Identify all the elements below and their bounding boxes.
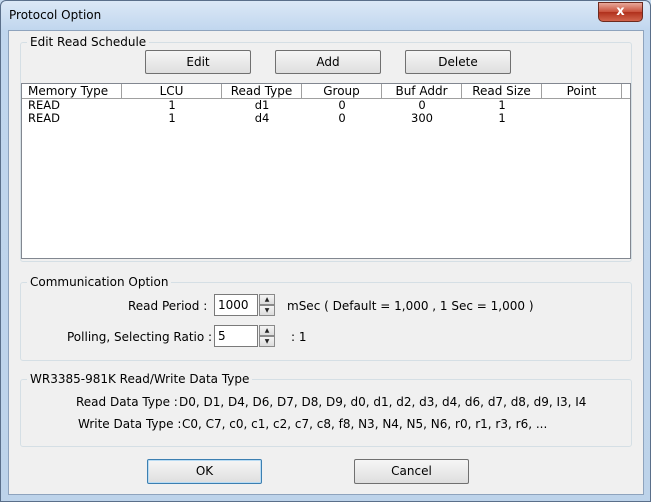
read-period-label: Read Period : [128,299,208,313]
communication-option-legend: Communication Option [27,275,172,289]
cell-buf-addr: 300 [411,112,433,125]
read-period-up-button[interactable]: ▲ [259,294,275,305]
cell-point [542,99,622,112]
read-period-input[interactable]: 1000 [214,294,258,316]
down-arrow-icon: ▼ [264,307,270,314]
cell-point [542,112,622,125]
edit-read-schedule-legend: Edit Read Schedule [27,35,150,49]
delete-button[interactable]: Delete [405,50,511,74]
read-data-type-label: Read Data Type : [76,395,178,409]
cell-read-type: d4 [254,112,270,125]
column-read-type[interactable]: Read Type [222,84,302,99]
polling-ratio-spinner: ▲ ▼ [259,325,275,347]
column-group[interactable]: Group [302,84,382,99]
cell-read-type: d1 [254,99,270,112]
data-type-legend: WR3385-981K Read/Write Data Type [27,372,253,386]
polling-ratio-suffix: : 1 [291,330,307,344]
column-memory-type[interactable]: Memory Type [22,84,122,99]
communication-option-group: Communication Option [20,275,632,361]
cell-read-size: 1 [498,112,506,125]
data-type-group: WR3385-981K Read/Write Data Type [20,372,632,447]
close-icon: x [616,4,625,19]
up-arrow-icon: ▲ [264,327,270,334]
window-title: Protocol Option [9,8,102,22]
cell-memory-type: READ [28,99,60,112]
polling-ratio-down-button[interactable]: ▼ [259,336,275,347]
polling-ratio-label: Polling, Selecting Ratio : [67,330,213,344]
read-schedule-list[interactable]: Memory Type LCU Read Type Group Buf Addr… [21,83,631,259]
title-bar[interactable]: Protocol Option x [1,1,650,30]
dialog-client-area: Edit Read Schedule Edit Add Delete Memor… [8,30,644,495]
protocol-option-dialog: Protocol Option x Edit Read Schedule Edi… [0,0,651,502]
column-buf-addr[interactable]: Buf Addr [382,84,462,99]
read-period-note: mSec ( Default = 1,000 , 1 Sec = 1,000 ) [287,299,534,313]
read-data-type-value: D0, D1, D4, D6, D7, D8, D9, d0, d1, d2, … [179,395,587,409]
table-row[interactable]: READ 1 d1 0 0 1 [22,99,630,112]
cell-group: 0 [338,99,346,112]
cancel-button[interactable]: Cancel [354,459,469,484]
down-arrow-icon: ▼ [264,338,270,345]
column-read-size[interactable]: Read Size [462,84,542,99]
ok-button[interactable]: OK [147,459,262,484]
cell-lcu: 1 [168,99,176,112]
polling-ratio-input[interactable]: 5 [214,325,258,347]
write-data-type-label: Write Data Type : [78,417,182,431]
cell-read-size: 1 [498,99,506,112]
read-period-spinner: ▲ ▼ [259,294,275,316]
close-button[interactable]: x [598,2,643,22]
write-data-type-value: C0, C7, c0, c1, c2, c7, c8, f8, N3, N4, … [182,417,548,431]
read-period-down-button[interactable]: ▼ [259,305,275,316]
cell-memory-type: READ [28,112,60,125]
column-lcu[interactable]: LCU [122,84,222,99]
cell-buf-addr: 0 [418,99,426,112]
up-arrow-icon: ▲ [264,296,270,303]
column-point[interactable]: Point [542,84,622,99]
list-header: Memory Type LCU Read Type Group Buf Addr… [22,84,630,99]
polling-ratio-up-button[interactable]: ▲ [259,325,275,336]
edit-button[interactable]: Edit [145,50,251,74]
table-row[interactable]: READ 1 d4 0 300 1 [22,112,630,125]
cell-group: 0 [338,112,346,125]
add-button[interactable]: Add [275,50,381,74]
cell-lcu: 1 [168,112,176,125]
